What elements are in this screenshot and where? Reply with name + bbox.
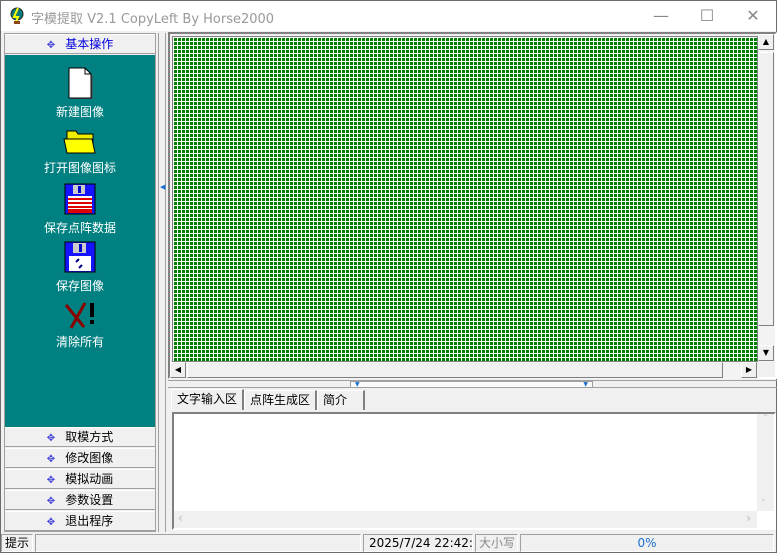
tab-bar: 文字输入区 点阵生成区 简介 xyxy=(171,389,366,410)
tool-label: 清除所有 xyxy=(55,335,104,349)
group-item[interactable]: ✥ 模拟动画 xyxy=(5,469,155,489)
group-item[interactable]: ✥ 退出程序 xyxy=(5,511,155,531)
window-title: 字模提取 V2.1 CopyLeft By Horse2000 xyxy=(31,12,275,27)
diamond-icon: ✥ xyxy=(46,496,56,507)
group-label: 取模方式 xyxy=(65,430,114,444)
diamond-icon: ✥ xyxy=(46,454,56,465)
scroll-thumb[interactable] xyxy=(758,52,774,326)
app-icon xyxy=(10,7,24,25)
tool-open-image[interactable]: 打开图像图标 xyxy=(5,127,155,176)
tool-clear-all[interactable]: 清除所有 xyxy=(5,301,155,350)
title-bar: 字模提取 V2.1 CopyLeft By Horse2000 — ☐ ✕ xyxy=(1,1,776,31)
horizontal-splitter[interactable]: ▼ ▼ xyxy=(168,380,777,388)
scroll-up-icon[interactable]: ˄ xyxy=(763,414,768,424)
floppy-image-icon xyxy=(64,241,96,273)
diamond-icon: ✥ xyxy=(46,475,56,486)
status-datetime: 2025/7/24 22:42:12 xyxy=(363,534,473,552)
maximize-button[interactable]: ☐ xyxy=(684,1,730,31)
dot-matrix-canvas[interactable] xyxy=(172,36,758,362)
tool-label: 新建图像 xyxy=(55,105,104,119)
group-label: 基本操作 xyxy=(65,37,114,51)
tool-save-image[interactable]: 保存图像 xyxy=(5,241,155,294)
scroll-right-icon[interactable]: ▶ xyxy=(741,362,757,378)
status-caps: 大小写 xyxy=(475,534,518,552)
tool-label: 保存图像 xyxy=(55,279,104,293)
status-progress: 0% xyxy=(520,534,774,552)
status-message xyxy=(35,534,361,552)
text-hscrollbar[interactable]: ‹ › xyxy=(174,511,757,528)
collapse-down-icon[interactable]: ▼ xyxy=(355,382,360,388)
clear-icon xyxy=(64,302,94,329)
tool-label: 打开图像图标 xyxy=(43,161,116,175)
folder-icon xyxy=(63,130,96,154)
status-bar: 提示 2025/7/24 22:42:12 大小写 0% xyxy=(1,534,776,553)
group-item[interactable]: ✥ 取模方式 xyxy=(5,427,155,447)
collapse-left-icon[interactable]: ◀ xyxy=(160,183,165,191)
canvas-frame: ▲ ▼ ◀ ▶ xyxy=(168,32,777,379)
vertical-scrollbar[interactable]: ▲ ▼ xyxy=(758,34,775,362)
scroll-down-icon[interactable]: ▼ xyxy=(758,345,774,361)
group-item[interactable]: ✥ 参数设置 xyxy=(5,490,155,510)
tab-about[interactable]: 简介 xyxy=(317,390,366,410)
tab-matrix-output[interactable]: 点阵生成区 xyxy=(244,390,318,410)
group-label: 修改图像 xyxy=(65,451,114,465)
diamond-icon: ✥ xyxy=(46,517,56,528)
group-basic-ops[interactable]: ✥ 基本操作 xyxy=(5,34,155,54)
scroll-up-icon[interactable]: ▲ xyxy=(758,34,774,50)
diamond-icon: ✥ xyxy=(46,433,56,444)
collapse-down-icon[interactable]: ▼ xyxy=(583,382,588,388)
minimize-button[interactable]: — xyxy=(638,1,684,31)
scroll-down-icon[interactable]: ˅ xyxy=(761,499,766,509)
tool-new-image[interactable]: 新建图像 xyxy=(5,67,155,120)
scroll-left-icon[interactable]: ◀ xyxy=(170,362,186,378)
group-label: 参数设置 xyxy=(65,493,114,507)
diamond-icon: ✥ xyxy=(46,40,56,51)
scroll-left-icon[interactable]: ‹ xyxy=(178,511,183,525)
group-label: 退出程序 xyxy=(65,514,114,528)
group-label: 模拟动画 xyxy=(65,472,114,486)
new-file-icon xyxy=(68,67,93,99)
group-item[interactable]: ✥ 修改图像 xyxy=(5,448,155,468)
scroll-right-icon[interactable]: › xyxy=(746,511,751,525)
status-hint-label: 提示 xyxy=(1,534,33,552)
sidebar: ✥ 基本操作 新建图像 打开图像图标 保存点阵数据 保存图像 清除所有 ✥ 取模方式… xyxy=(4,33,156,532)
tool-area: 新建图像 打开图像图标 保存点阵数据 保存图像 清除所有 xyxy=(5,55,155,427)
tool-save-data[interactable]: 保存点阵数据 xyxy=(5,183,155,236)
tool-label: 保存点阵数据 xyxy=(43,221,116,235)
tab-text-input[interactable]: 文字输入区 xyxy=(171,389,245,410)
close-button[interactable]: ✕ xyxy=(730,1,776,31)
vertical-splitter[interactable]: ◀ xyxy=(158,33,166,532)
splitter-handle[interactable]: ▼ ▼ xyxy=(350,381,593,388)
hscroll-thumb[interactable] xyxy=(187,362,723,378)
text-input-area[interactable]: ‹ › ˄ ˅ xyxy=(172,412,776,530)
horizontal-scrollbar[interactable]: ◀ ▶ xyxy=(170,362,758,379)
floppy-data-icon xyxy=(64,183,96,215)
text-vscrollbar[interactable]: ˄ ˅ xyxy=(757,414,774,511)
